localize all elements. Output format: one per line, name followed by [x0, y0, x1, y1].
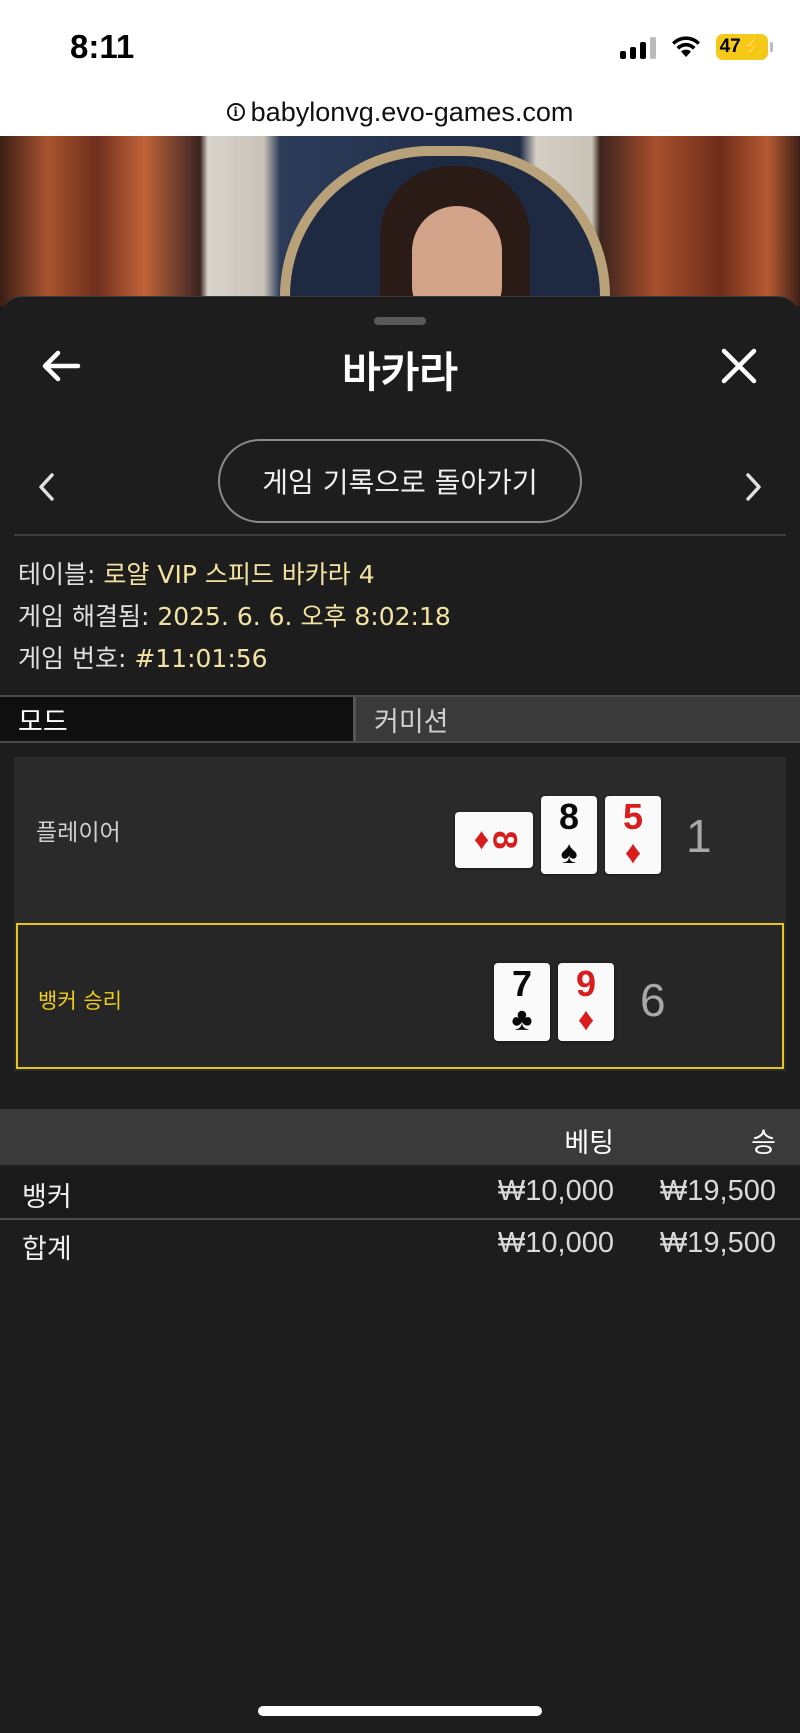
banker-score: 6: [640, 974, 666, 1026]
player-hand-row: 플레이어 ♦ 8 8 ♠ 5 ♦ 1: [14, 757, 786, 923]
battery-level: 47: [719, 36, 741, 57]
banker-card-2: 9 ♦: [558, 963, 614, 1041]
sheet-grabber[interactable]: [374, 317, 426, 325]
table-info: 테이블: 로얄 VIP 스피드 바카라 4: [18, 555, 375, 591]
resolved-value: 2025. 6. 6. 오후 8:02:18: [157, 602, 451, 631]
status-icons: 47 ⚡: [620, 34, 773, 60]
cellular-signal-icon: [620, 35, 656, 59]
tab-bar: 모드 커미션: [0, 695, 800, 743]
resolved-info: 게임 해결됨: 2025. 6. 6. 오후 8:02:18: [18, 597, 451, 633]
table-value: 로얄 VIP 스피드 바카라 4: [103, 560, 375, 589]
banker-hand-row: 뱅커 승리 7 ♣ 9 ♦ 6: [16, 923, 784, 1069]
player-card-2-rank: 8: [558, 796, 580, 837]
banker-card-2-rank: 9: [575, 963, 597, 1004]
banker-win-label: 뱅커 승리: [38, 989, 122, 1013]
game-number-value: #11:01:56: [134, 644, 268, 673]
live-video-feed: [0, 136, 800, 306]
player-card-3-rank: 5: [622, 796, 644, 837]
banker-card-2-suit: ♦: [577, 1001, 595, 1037]
url-bar[interactable]: i babylonvg.evo-games.com: [0, 88, 800, 136]
next-game-icon[interactable]: [738, 467, 768, 507]
status-bar: 8:11 47 ⚡: [0, 0, 800, 88]
bet-column-header: 베팅: [564, 1128, 614, 1159]
tab-commission[interactable]: 커미션: [356, 697, 800, 741]
player-card-2-suit: ♠: [560, 834, 578, 870]
table-label: 테이블:: [18, 560, 96, 589]
banker-card-1-rank: 7: [511, 963, 533, 1004]
player-card-1: ♦ 8: [455, 812, 533, 868]
player-card-3: 5 ♦: [605, 796, 661, 874]
close-icon[interactable]: [714, 341, 764, 391]
game-result: 플레이어 ♦ 8 8 ♠ 5 ♦ 1 뱅커 승리 7 ♣ 9 ♦ 6: [14, 757, 786, 1071]
header-divider: [14, 534, 786, 536]
game-number-info: 게임 번호: #11:01:56: [18, 639, 268, 675]
win-column-header: 승: [751, 1128, 776, 1159]
bet-amount: ₩10,000: [497, 1175, 614, 1207]
video-dealer-face: [412, 206, 502, 306]
resolved-label: 게임 해결됨:: [18, 602, 150, 631]
total-row: 합계 ₩10,000 ₩19,500: [0, 1219, 800, 1269]
bet-name: 뱅커: [22, 1182, 72, 1213]
total-win-amount: ₩19,500: [659, 1227, 776, 1259]
url-text: babylonvg.evo-games.com: [250, 96, 574, 127]
tab-mode[interactable]: 모드: [0, 697, 356, 741]
game-detail-sheet: 바카라 게임 기록으로 돌아가기 테이블: 로얄 VIP 스피드 바카라 4 게…: [0, 296, 800, 1733]
player-label: 플레이어: [36, 820, 121, 846]
previous-game-icon[interactable]: [32, 467, 62, 507]
bet-table-header: 베팅 승: [0, 1109, 800, 1165]
info-icon[interactable]: i: [226, 103, 245, 121]
game-number-label: 게임 번호:: [18, 644, 127, 673]
player-score: 1: [686, 810, 712, 862]
banker-card-1-suit: ♣: [511, 1001, 533, 1037]
back-to-history-button[interactable]: 게임 기록으로 돌아가기: [218, 439, 582, 523]
battery-icon: 47 ⚡: [716, 34, 773, 60]
player-card-3-suit: ♦: [624, 834, 642, 870]
win-amount: ₩19,500: [659, 1175, 776, 1207]
player-card-1-rank: 8: [485, 830, 524, 850]
player-card-2: 8 ♠: [541, 796, 597, 874]
wifi-icon: [672, 36, 700, 57]
status-time: 8:11: [70, 28, 135, 65]
page-title: 바카라: [342, 348, 458, 397]
total-bet-amount: ₩10,000: [497, 1227, 614, 1259]
banker-card-1: 7 ♣: [494, 963, 550, 1041]
home-indicator[interactable]: [258, 1706, 542, 1716]
total-label: 합계: [22, 1234, 72, 1265]
table-row: 뱅커 ₩10,000 ₩19,500: [0, 1167, 800, 1217]
